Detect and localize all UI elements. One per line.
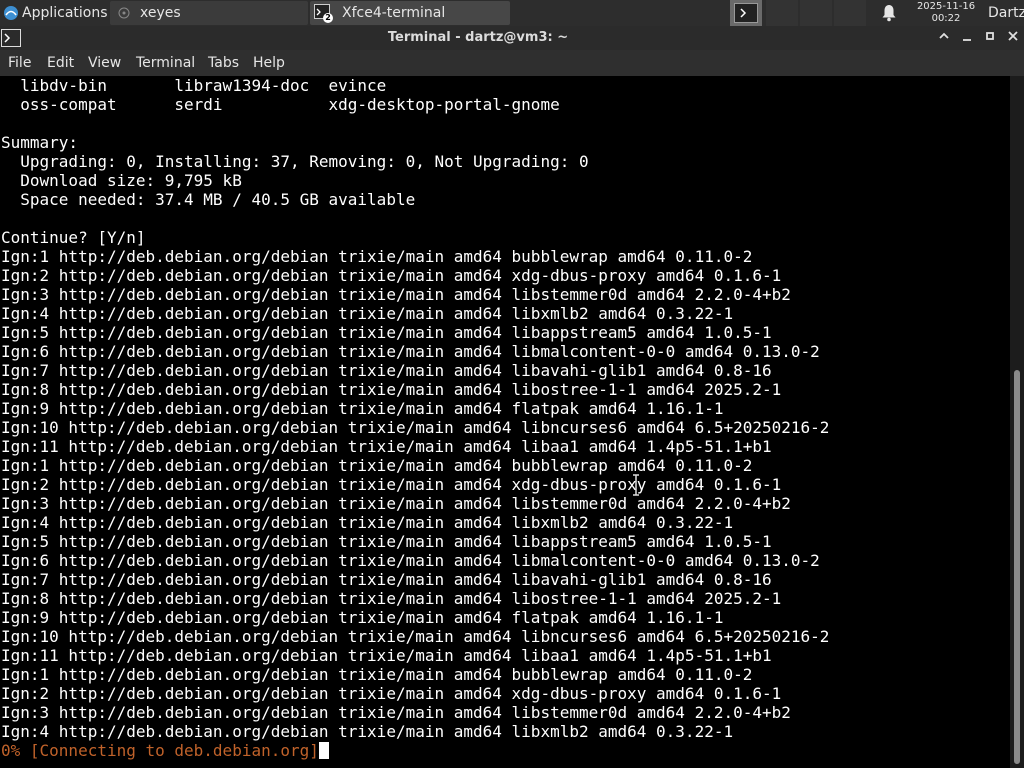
xfce-logo-icon xyxy=(4,6,18,20)
terminal-line: Ign:5 http://deb.debian.org/debian trixi… xyxy=(1,532,772,551)
taskbar-item-terminal[interactable]: 2 Xfce4-terminal xyxy=(310,1,510,25)
terminal-line: Ign:4 http://deb.debian.org/debian trixi… xyxy=(1,513,734,532)
applications-menu-button[interactable]: Applications xyxy=(0,0,108,26)
terminal-lines: libdv-bin libraw1394-doc evince oss-comp… xyxy=(1,76,829,760)
menu-file[interactable]: File xyxy=(8,50,31,76)
terminal-line: Ign:1 http://deb.debian.org/debian trixi… xyxy=(1,456,753,475)
terminal-line: Ign:10 http://deb.debian.org/debian trix… xyxy=(1,627,830,646)
menu-help[interactable]: Help xyxy=(253,50,285,76)
terminal-line: Ign:8 http://deb.debian.org/debian trixi… xyxy=(1,380,782,399)
menu-edit[interactable]: Edit xyxy=(47,50,74,76)
terminal-line: Ign:10 http://deb.debian.org/debian trix… xyxy=(1,418,830,437)
progress-text: 0% [Connecting to deb.debian.org] xyxy=(1,741,319,760)
terminal-line: Ign:11 http://deb.debian.org/debian trix… xyxy=(1,437,772,456)
terminal-line: Ign:11 http://deb.debian.org/debian trix… xyxy=(1,646,772,665)
terminal-line: Ign:2 http://deb.debian.org/debian trixi… xyxy=(1,684,782,703)
window-count-badge: 2 xyxy=(323,13,333,23)
maximize-button[interactable] xyxy=(981,29,999,47)
menu-view[interactable]: View xyxy=(88,50,121,76)
workspace-4[interactable] xyxy=(834,0,866,26)
close-button[interactable] xyxy=(1004,29,1022,47)
terminal-scrollbar[interactable] xyxy=(1010,76,1024,768)
terminal-line: oss-compat serdi xdg-desktop-portal-gnom… xyxy=(1,95,560,114)
terminal-output-area[interactable]: libdv-bin libraw1394-doc evince oss-comp… xyxy=(0,76,1010,768)
terminal-line: Ign:6 http://deb.debian.org/debian trixi… xyxy=(1,551,820,570)
terminal-line: Space needed: 37.4 MB / 40.5 GB availabl… xyxy=(1,190,416,209)
taskbar-item-label: Xfce4-terminal xyxy=(342,5,446,21)
close-icon xyxy=(1008,31,1018,41)
workspace-3[interactable] xyxy=(800,0,832,26)
workspace-1[interactable] xyxy=(730,0,762,26)
terminal-line: Ign:8 http://deb.debian.org/debian trixi… xyxy=(1,589,782,608)
clock-date: 2025-11-16 xyxy=(916,1,976,12)
workspace-window-preview-icon xyxy=(734,3,758,23)
terminal-line: Ign:9 http://deb.debian.org/debian trixi… xyxy=(1,399,724,418)
clock[interactable]: 2025-11-16 00:22 xyxy=(908,0,984,25)
terminal-line: Ign:1 http://deb.debian.org/debian trixi… xyxy=(1,665,753,684)
terminal-line: Ign:3 http://deb.debian.org/debian trixi… xyxy=(1,494,791,513)
terminal-line: Summary: xyxy=(1,133,79,152)
clock-time: 00:22 xyxy=(931,13,961,24)
terminal-line: Upgrading: 0, Installing: 37, Removing: … xyxy=(1,152,589,171)
applications-label: Applications xyxy=(22,5,108,21)
minimize-button[interactable] xyxy=(958,29,976,47)
terminal-line: Ign:9 http://deb.debian.org/debian trixi… xyxy=(1,608,724,627)
terminal-line: Ign:3 http://deb.debian.org/debian trixi… xyxy=(1,285,791,304)
xeyes-app-icon xyxy=(118,7,130,19)
progress-line: 0% [Connecting to deb.debian.org] xyxy=(1,741,829,760)
terminal-line: Ign:2 http://deb.debian.org/debian trixi… xyxy=(1,475,782,494)
terminal-line: Ign:3 http://deb.debian.org/debian trixi… xyxy=(1,703,791,722)
minimize-icon xyxy=(963,39,971,41)
terminal-line: Ign:5 http://deb.debian.org/debian trixi… xyxy=(1,323,772,342)
terminal-line: Continue? [Y/n] xyxy=(1,228,146,247)
terminal-line: Ign:7 http://deb.debian.org/debian trixi… xyxy=(1,570,772,589)
chevron-up-icon xyxy=(939,32,949,39)
menu-bar: File Edit View Terminal Tabs Help xyxy=(0,50,1024,76)
menu-tabs[interactable]: Tabs xyxy=(208,50,239,76)
terminal-line: Ign:7 http://deb.debian.org/debian trixi… xyxy=(1,361,772,380)
window-title: Terminal - dartz@vm3: ~ xyxy=(387,30,569,45)
terminal-line: libdv-bin libraw1394-doc evince xyxy=(1,76,387,95)
mouse-ibeam-cursor-icon xyxy=(633,474,639,496)
maximize-icon xyxy=(986,32,994,40)
terminal-line: Download size: 9,795 kB xyxy=(1,171,242,190)
window-titlebar[interactable]: Terminal - dartz@vm3: ~ xyxy=(0,26,1024,50)
terminal-line: Ign:6 http://deb.debian.org/debian trixi… xyxy=(1,342,820,361)
terminal-line: Ign:4 http://deb.debian.org/debian trixi… xyxy=(1,304,734,323)
taskbar-item-xeyes[interactable]: xeyes xyxy=(110,1,308,25)
terminal-app-icon: 2 xyxy=(314,4,333,23)
taskbar-item-label: xeyes xyxy=(140,5,181,21)
shade-button[interactable] xyxy=(935,29,953,47)
workspace-2[interactable] xyxy=(766,0,798,26)
terminal-line: Ign:1 http://deb.debian.org/debian trixi… xyxy=(1,247,753,266)
top-panel: Applications xeyes 2 Xfce4-terminal 2025… xyxy=(0,0,1024,26)
text-cursor xyxy=(318,742,329,759)
terminal-line: Ign:4 http://deb.debian.org/debian trixi… xyxy=(1,722,734,741)
menu-terminal[interactable]: Terminal xyxy=(136,50,195,76)
terminal-line: Ign:2 http://deb.debian.org/debian trixi… xyxy=(1,266,782,285)
notification-bell-icon[interactable] xyxy=(881,4,897,26)
user-menu[interactable]: Dartz xyxy=(988,0,1024,26)
scrollbar-thumb[interactable] xyxy=(1014,370,1020,764)
